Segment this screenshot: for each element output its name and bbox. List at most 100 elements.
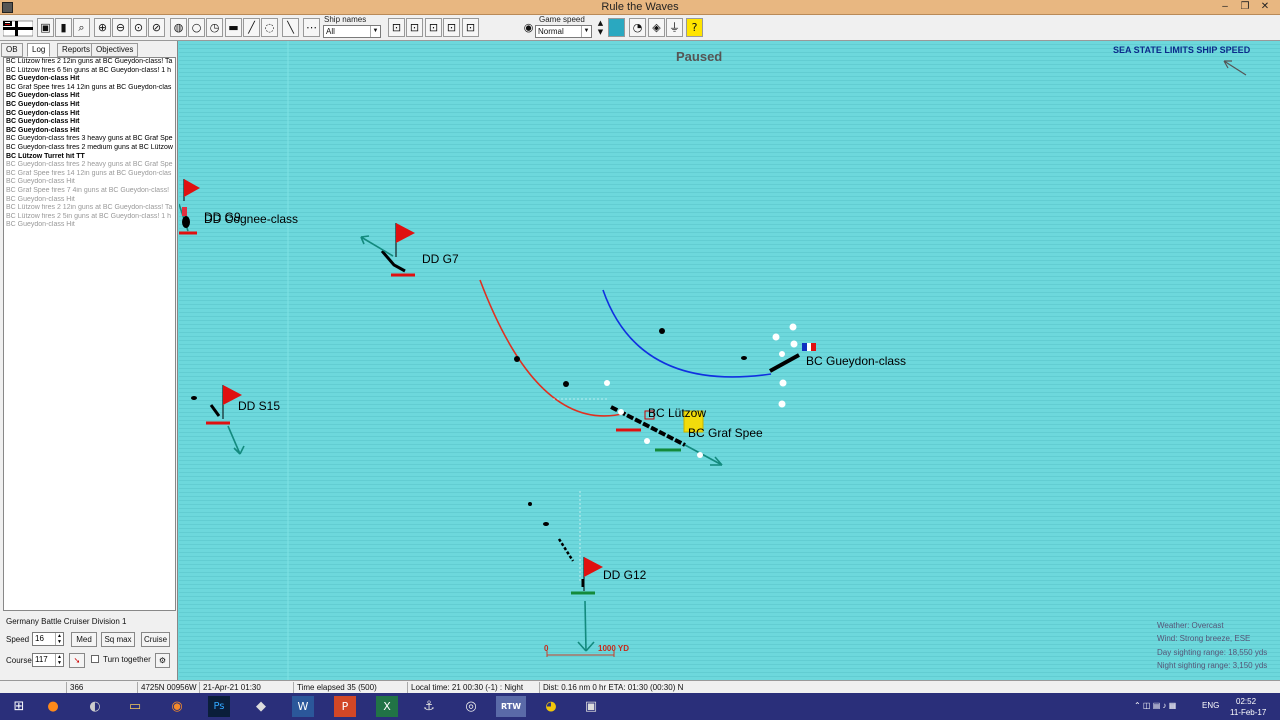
- label-bc-gueydon: BC Gueydon-class: [806, 354, 907, 368]
- log-entry: BC Gueydon-class fires 2 medium guns at …: [6, 143, 173, 151]
- contact-marker[interactable]: [659, 328, 665, 334]
- media-icon[interactable]: ◎: [460, 696, 482, 717]
- paused-indicator: Paused: [676, 49, 723, 64]
- word-icon[interactable]: W: [292, 696, 314, 717]
- log-entry: BC Graf Spee fires 7 4in guns at BC Guey…: [6, 186, 170, 194]
- help-icon[interactable]: ?: [686, 18, 703, 37]
- minimize-icon[interactable]: –: [1218, 1, 1232, 13]
- stopwatch-icon[interactable]: ◔: [629, 18, 646, 37]
- book-icon[interactable]: ▮: [55, 18, 72, 37]
- app-icon[interactable]: ◆: [250, 696, 272, 717]
- circle-icon[interactable]: ○: [188, 18, 205, 37]
- settings-icon[interactable]: ⚙: [155, 653, 170, 668]
- log-entry: BC Lützow fires 2 12in guns at BC Gueydo…: [6, 58, 173, 65]
- time-step-1-icon[interactable]: ⊡: [388, 18, 405, 37]
- game-icon[interactable]: ◕: [540, 696, 562, 717]
- sea-canvas[interactable]: [179, 41, 1280, 680]
- line-icon[interactable]: ▬: [225, 18, 242, 37]
- sea-view-icon[interactable]: [608, 18, 625, 37]
- dots-icon[interactable]: ⋯: [303, 18, 320, 37]
- powerpoint-icon[interactable]: P: [334, 696, 356, 717]
- restore-icon[interactable]: ❐: [1238, 1, 1252, 13]
- scale-end-label: 1000 YD: [598, 644, 629, 653]
- sq-max-button[interactable]: Sq max: [101, 632, 135, 647]
- zoom-fit-icon[interactable]: ⊙: [130, 18, 147, 37]
- close-icon[interactable]: ✕: [1258, 1, 1272, 13]
- zoom-reset-icon[interactable]: ⊘: [148, 18, 165, 37]
- tab-objectives[interactable]: Objectives: [91, 43, 139, 57]
- taskbar-rtw-button[interactable]: RTW: [496, 696, 526, 717]
- messenger-icon[interactable]: ◐: [84, 696, 106, 717]
- time-step-4-icon[interactable]: ⊡: [443, 18, 460, 37]
- log-entry: BC Gueydon-class fires 3 heavy guns at B…: [6, 135, 173, 143]
- game-speed-value: Normal: [538, 27, 564, 36]
- range-circle-icon[interactable]: ◌: [261, 18, 278, 37]
- german-ensign-icon: [2, 18, 34, 37]
- ship-names-label: Ship names: [324, 15, 367, 24]
- zoom-in-icon[interactable]: ⊕: [94, 18, 111, 37]
- log-entry: BC Lützow fires 2 5in guns at BC Gueydon…: [6, 212, 171, 220]
- status-local-time: Local time: 21 00:30 (-1) : Night: [407, 682, 539, 693]
- ship-icon[interactable]: ⏚: [666, 18, 683, 37]
- speed-value: 16: [35, 634, 44, 643]
- battle-map[interactable]: Paused SEA STATE LIMITS SHIP SPEED DD G9…: [179, 41, 1280, 680]
- clock-icon[interactable]: ◷: [206, 18, 223, 37]
- course-value: 117: [35, 655, 48, 664]
- clock-date[interactable]: 11-Feb-17: [1230, 708, 1266, 717]
- speed-spinner-icon[interactable]: ▲ ▼: [592, 18, 609, 37]
- save-icon[interactable]: ▣: [37, 18, 54, 37]
- ship-names-value: All: [326, 27, 335, 36]
- tab-log[interactable]: Log: [27, 43, 51, 57]
- compass-icon[interactable]: ◈: [648, 18, 665, 37]
- spinner-icon[interactable]: ▲ ▼: [55, 654, 63, 666]
- firefox-icon[interactable]: ●: [42, 696, 64, 717]
- speed-input[interactable]: 16 ▲ ▼: [32, 632, 64, 646]
- med-button[interactable]: Med: [71, 632, 97, 647]
- night-sighting-line: Night sighting range: 3,150 yds: [1157, 660, 1268, 670]
- pencil-icon[interactable]: ╱: [243, 18, 260, 37]
- file-explorer-icon[interactable]: ▭: [124, 696, 146, 717]
- tab-reports[interactable]: Reports: [57, 43, 96, 57]
- photoshop-icon[interactable]: Ps: [208, 696, 230, 717]
- tab-ob[interactable]: OB: [1, 43, 23, 57]
- measure-icon[interactable]: ╲: [282, 18, 299, 37]
- sea-state-warning: SEA STATE LIMITS SHIP SPEED: [1113, 45, 1251, 55]
- log-entry: BC Gueydon-class Hit: [6, 221, 75, 229]
- day-sighting-line: Day sighting range: 18,550 yds: [1157, 647, 1268, 657]
- course-pointer-icon[interactable]: ➘: [69, 653, 85, 668]
- contact-marker[interactable]: [514, 356, 520, 362]
- course-input[interactable]: 117 ▲ ▼: [32, 653, 64, 667]
- clock-time[interactable]: 02:52: [1236, 697, 1256, 706]
- log-entry: BC Gueydon-class Hit: [6, 100, 80, 108]
- blender-icon[interactable]: ◉: [166, 696, 188, 717]
- contact-marker[interactable]: [563, 381, 569, 387]
- binoculars-icon[interactable]: ⌕: [73, 18, 90, 37]
- windows-start-icon[interactable]: ⊞: [8, 696, 30, 717]
- weather-line: Weather: Overcast: [1157, 621, 1224, 630]
- window-icon[interactable]: ▣: [580, 696, 602, 717]
- combat-log[interactable]: BC Lützow fires 2 12in guns at BC Gueydo…: [3, 57, 176, 611]
- time-step-5-icon[interactable]: ⊡: [462, 18, 479, 37]
- scale-zero-label: 0: [544, 644, 549, 653]
- tray-icons[interactable]: ⌃ ◫ ▤ ♪ ▦: [1134, 701, 1176, 710]
- turn-together-checkbox[interactable]: [91, 655, 99, 663]
- weather-panel: Weather: Overcast Wind: Strong breeze, E…: [1157, 619, 1267, 672]
- time-step-2-icon[interactable]: ⊡: [406, 18, 423, 37]
- naval-game-icon[interactable]: ⚓: [418, 696, 440, 717]
- time-step-3-icon[interactable]: ⊡: [425, 18, 442, 37]
- language-indicator[interactable]: ENG: [1202, 701, 1219, 710]
- zoom-out-icon[interactable]: ⊖: [112, 18, 129, 37]
- cruise-button[interactable]: Cruise: [141, 632, 170, 647]
- formation-icon[interactable]: ◍: [170, 18, 187, 37]
- game-speed-select[interactable]: Normal ▼: [535, 25, 592, 38]
- log-entry: BC Graf Spee fires 14 12in guns at BC Gu…: [6, 169, 172, 177]
- contact-marker[interactable]: [741, 356, 747, 360]
- status-bar: 366 4725N 00956W 21-Apr-21 01:30 Time el…: [0, 680, 1280, 693]
- excel-icon[interactable]: X: [376, 696, 398, 717]
- game-speed-label: Game speed: [539, 15, 585, 24]
- turn-together-label: Turn together: [103, 655, 151, 664]
- log-entry: BC Gueydon-class fires 2 heavy guns at B…: [6, 161, 173, 169]
- spinner-icon[interactable]: ▲ ▼: [55, 633, 63, 645]
- label-bc-lutzow: BC Lützow: [648, 406, 707, 420]
- ship-names-select[interactable]: All ▼: [323, 25, 381, 38]
